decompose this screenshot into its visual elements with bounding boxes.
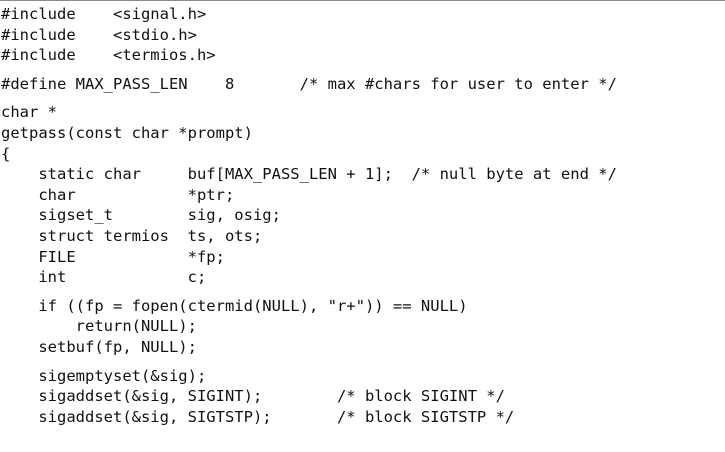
code-line: setbuf(fp, NULL); — [1, 337, 197, 356]
code-line: sigaddset(&sig, SIGTSTP); /* block SIGTS… — [1, 407, 515, 426]
code-line: sigset_t sig, osig; — [1, 206, 281, 225]
code-line: char *ptr; — [1, 185, 235, 204]
code-line: if ((fp = fopen(ctermid(NULL), "r+")) ==… — [1, 296, 468, 315]
code-line: #include <termios.h> — [1, 46, 216, 65]
code-line: struct termios ts, ots; — [1, 226, 263, 245]
code-line: sigaddset(&sig, SIGINT); /* block SIGINT… — [1, 387, 505, 406]
code-line: #include <signal.h> — [1, 5, 207, 23]
code-line: #include <stdio.h> — [1, 25, 197, 44]
top-rule — [0, 0, 725, 1]
code-line: static char buf[MAX_PASS_LEN + 1]; /* nu… — [1, 165, 617, 184]
code-listing: #include <signal.h> #include <stdio.h> #in… — [1, 4, 721, 427]
code-line: getpass(const char *prompt) — [1, 123, 253, 142]
code-line: sigemptyset(&sig); — [1, 366, 207, 385]
code-line: FILE *fp; — [1, 247, 225, 266]
code-line: char * — [1, 103, 57, 122]
code-line: return(NULL); — [1, 317, 197, 336]
code-line: { — [1, 144, 11, 163]
code-line: #define MAX_PASS_LEN 8 /* max #chars for… — [1, 74, 617, 93]
code-line: int c; — [1, 268, 207, 287]
